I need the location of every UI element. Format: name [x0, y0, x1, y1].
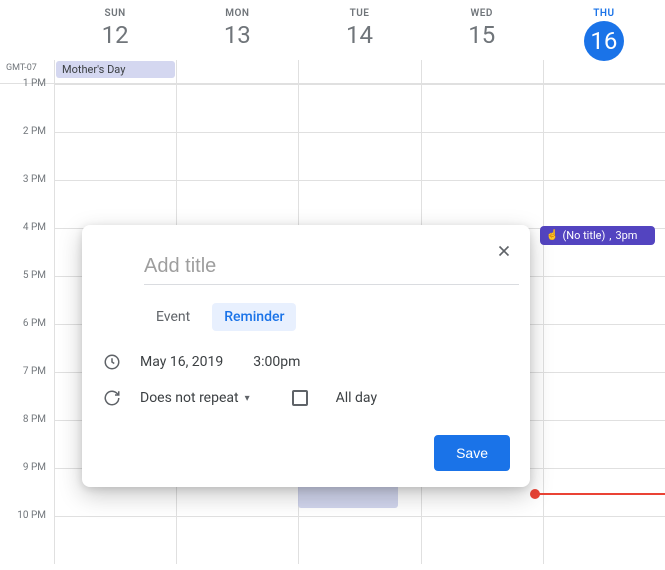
hour-label: 7 PM — [0, 366, 54, 414]
day-label: SUN — [54, 8, 176, 19]
time-cell[interactable] — [298, 516, 420, 564]
time-cell[interactable] — [543, 420, 665, 468]
reminder-icon: ☝ — [546, 230, 558, 241]
allday-checkbox[interactable] — [292, 390, 308, 406]
hour-label: 3 PM — [0, 174, 54, 222]
day-number: 12 — [54, 21, 176, 49]
time-cell[interactable] — [421, 132, 543, 180]
day-label: WED — [421, 8, 543, 19]
modal-actions: Save — [102, 435, 510, 471]
hour-label: 8 PM — [0, 414, 54, 462]
allday-cell[interactable]: Mother's Day — [54, 60, 176, 83]
repeat-dropdown[interactable]: Does not repeat ▾ — [140, 390, 250, 406]
hour-label: 6 PM — [0, 318, 54, 366]
day-label: MON — [176, 8, 298, 19]
time-cell[interactable] — [176, 132, 298, 180]
allday-label: All day — [336, 390, 377, 406]
title-input[interactable] — [144, 249, 519, 285]
day-header[interactable]: WED 15 — [421, 0, 543, 60]
event-title: (No title) — [562, 229, 605, 242]
time-cell[interactable] — [543, 180, 665, 228]
time-cell[interactable] — [298, 84, 420, 132]
time-cell[interactable] — [421, 180, 543, 228]
time-cell[interactable] — [543, 372, 665, 420]
allday-event[interactable]: Mother's Day — [56, 61, 175, 78]
hour-label: 2 PM — [0, 126, 54, 174]
day-number: 14 — [298, 21, 420, 49]
time-cell[interactable] — [421, 516, 543, 564]
save-button[interactable]: Save — [434, 435, 510, 471]
time-cell[interactable] — [54, 84, 176, 132]
slot-block[interactable] — [298, 484, 398, 508]
tab-reminder[interactable]: Reminder — [212, 303, 296, 331]
day-label: THU — [543, 8, 665, 19]
event-time: 3pm — [615, 229, 637, 242]
time-cell[interactable] — [543, 84, 665, 132]
time-cell[interactable] — [298, 180, 420, 228]
timezone-label: GMT-07 — [6, 63, 37, 73]
event-chip[interactable]: ☝ (No title), 3pm — [540, 226, 655, 245]
time-cell[interactable] — [54, 180, 176, 228]
time-cell[interactable] — [421, 84, 543, 132]
hour-label: 1 PM — [0, 78, 54, 126]
create-event-modal: Event Reminder May 16, 2019 3:00pm Does … — [82, 225, 530, 487]
clock-icon — [102, 353, 122, 371]
datetime-row: May 16, 2019 3:00pm — [102, 353, 510, 371]
time-cell[interactable] — [298, 132, 420, 180]
time-text[interactable]: 3:00pm — [253, 354, 300, 370]
time-cell[interactable] — [543, 276, 665, 324]
tab-event[interactable]: Event — [144, 303, 202, 331]
date-text[interactable]: May 16, 2019 — [140, 354, 223, 370]
time-cell[interactable] — [54, 132, 176, 180]
day-label: TUE — [298, 8, 420, 19]
day-number: 15 — [421, 21, 543, 49]
day-header[interactable]: THU 16 — [543, 0, 665, 60]
allday-cell[interactable] — [543, 60, 665, 83]
time-cell[interactable] — [176, 180, 298, 228]
day-number: 16 — [584, 21, 624, 61]
type-tabs: Event Reminder — [144, 303, 510, 331]
repeat-label: Does not repeat — [140, 390, 239, 406]
hour-label: 10 PM — [0, 510, 54, 558]
time-cell[interactable] — [543, 516, 665, 564]
allday-cell[interactable] — [298, 60, 420, 83]
time-cell[interactable] — [176, 84, 298, 132]
time-cell[interactable] — [543, 468, 665, 516]
hour-label: 9 PM — [0, 462, 54, 510]
day-header[interactable]: SUN 12 — [54, 0, 176, 60]
repeat-row: Does not repeat ▾ All day — [102, 389, 510, 407]
allday-cell[interactable] — [421, 60, 543, 83]
allday-row: GMT-07 Mother's Day — [0, 60, 665, 84]
hour-label: 4 PM — [0, 222, 54, 270]
time-cell[interactable] — [543, 324, 665, 372]
time-cell[interactable] — [543, 132, 665, 180]
day-header-row: SUN 12 MON 13 TUE 14 WED 15 THU 16 — [0, 0, 665, 60]
time-cell[interactable] — [54, 516, 176, 564]
repeat-icon — [102, 389, 122, 407]
time-cell[interactable] — [176, 516, 298, 564]
day-header[interactable]: TUE 14 — [298, 0, 420, 60]
close-button[interactable] — [490, 237, 518, 265]
close-icon — [495, 242, 513, 260]
chevron-down-icon: ▾ — [245, 393, 250, 404]
now-dot — [530, 489, 540, 499]
day-number: 13 — [176, 21, 298, 49]
now-indicator — [535, 493, 665, 495]
allday-cell[interactable] — [176, 60, 298, 83]
day-header[interactable]: MON 13 — [176, 0, 298, 60]
hour-label: 5 PM — [0, 270, 54, 318]
